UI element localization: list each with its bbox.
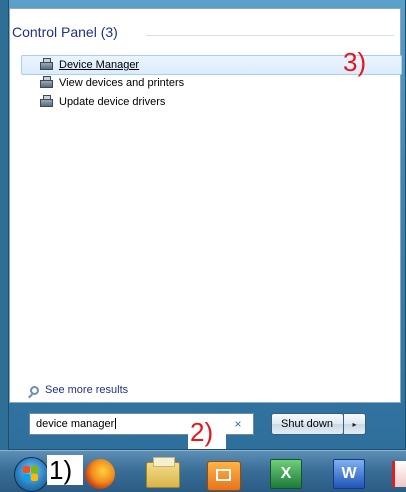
see-more-results-link[interactable]: See more results [30, 382, 128, 398]
clear-search-button[interactable]: × [228, 415, 248, 433]
annotation-step-2: 2) [190, 417, 214, 447]
start-orb-icon[interactable] [14, 457, 49, 492]
text-caret [115, 418, 117, 429]
virtualbox-icon[interactable] [207, 461, 241, 491]
word-icon[interactable]: W [333, 459, 365, 489]
group-title-control-panel[interactable]: Control Panel (3) [12, 23, 118, 41]
search-icon [30, 385, 39, 395]
shut-down-options-button[interactable]: ▸ [344, 413, 366, 435]
excel-icon[interactable]: X [270, 459, 302, 489]
chevron-right-icon: ▸ [352, 419, 357, 429]
printer-icon [39, 76, 55, 90]
device-manager-icon [39, 58, 55, 72]
result-update-device-drivers[interactable]: Update device drivers [23, 93, 165, 111]
result-view-devices-printers[interactable]: View devices and printers [23, 74, 184, 92]
result-label: Update device drivers [59, 96, 166, 108]
pdf-icon[interactable] [392, 461, 406, 487]
file-explorer-icon[interactable] [146, 457, 180, 488]
annotation-step-3: 3) [343, 47, 367, 77]
result-label: Device Manager [59, 59, 140, 71]
result-label: View devices and printers [59, 77, 185, 89]
group-divider [146, 35, 394, 36]
annotation-step-1: 1) [49, 455, 73, 485]
firefox-icon[interactable] [85, 459, 115, 489]
shut-down-button[interactable]: Shut down [271, 413, 344, 435]
device-driver-icon [39, 95, 55, 109]
